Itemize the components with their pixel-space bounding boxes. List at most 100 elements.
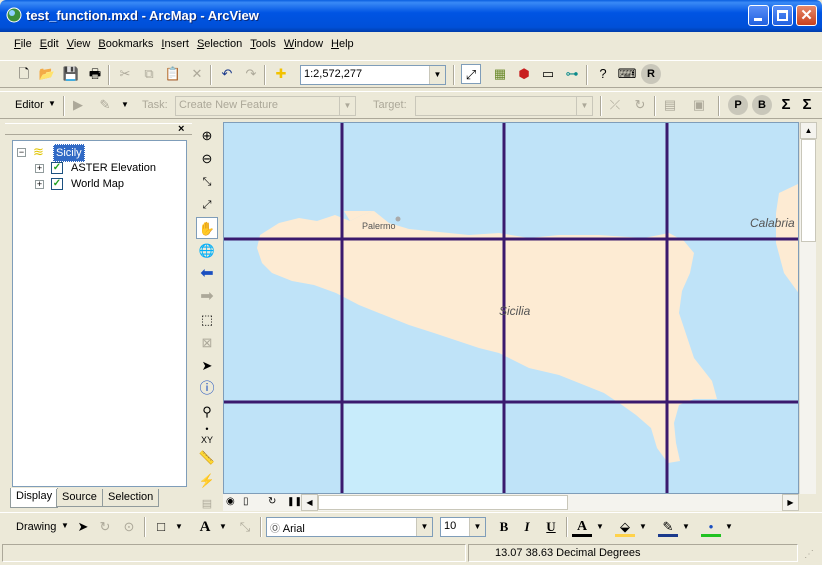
zoom-out-icon[interactable]: ⊖ <box>196 148 218 170</box>
b-button[interactable]: B <box>752 95 772 115</box>
full-extent-globe-icon[interactable]: 🌐 <box>196 240 218 262</box>
layer-visibility-checkbox[interactable]: ✓ <box>51 162 63 174</box>
new-document-icon[interactable]: 🗋 <box>14 64 34 84</box>
tab-display[interactable]: Display <box>10 488 59 508</box>
sigma-button-2[interactable]: Σ <box>798 95 816 115</box>
text-tool-icon[interactable]: A <box>195 517 215 537</box>
refresh-icon[interactable]: ↻ <box>268 496 276 507</box>
delete-icon[interactable]: ✕ <box>187 64 207 84</box>
sketch-dropdown-icon[interactable]: ▼ <box>121 100 129 109</box>
map-canvas[interactable]: Palermo Sicilia Calabria <box>224 123 799 494</box>
p-button[interactable]: P <box>728 95 748 115</box>
tab-source[interactable]: Source <box>56 489 103 507</box>
select-features-icon[interactable]: ⬚ <box>196 309 218 331</box>
expand-icon[interactable]: + <box>35 164 44 173</box>
map-view[interactable]: Palermo Sicilia Calabria <box>223 122 799 494</box>
forward-arrow-icon[interactable]: ➡ <box>196 286 218 308</box>
bold-button[interactable]: B <box>494 517 514 537</box>
dataframe-row[interactable]: − ≋ Sicily <box>17 144 177 162</box>
menu-window[interactable]: Window <box>280 35 327 50</box>
select-elements-icon[interactable]: ➤ <box>196 355 218 377</box>
split-tool-icon[interactable]: ⤫ <box>605 95 625 115</box>
italic-button[interactable]: I <box>517 517 537 537</box>
menu-file[interactable]: File <box>10 35 36 50</box>
rectangle-icon[interactable]: □ <box>151 517 171 537</box>
editor-menu[interactable]: Editor <box>15 99 44 111</box>
editor-toolbar-icon[interactable]: ⤢ <box>461 64 481 84</box>
print-icon[interactable]: 🖶 <box>85 64 105 84</box>
layer-visibility-checkbox[interactable]: ✓ <box>51 178 63 190</box>
text-dropdown-icon[interactable]: ▼ <box>219 522 227 531</box>
menu-view[interactable]: View <box>63 35 95 50</box>
scroll-left-icon[interactable]: ◀ <box>301 494 318 511</box>
back-arrow-icon[interactable]: ⬅ <box>196 263 218 285</box>
pause-icon[interactable]: ❚❚ <box>287 496 302 507</box>
edit-tool-icon[interactable]: ▶ <box>68 95 88 115</box>
clear-selection-icon[interactable]: ⊠ <box>196 332 218 354</box>
rectangle-dropdown-icon[interactable]: ▼ <box>175 522 183 531</box>
scroll-right-icon[interactable]: ▶ <box>782 494 799 511</box>
layout-view-icon[interactable]: ▯ <box>243 496 249 507</box>
menu-help[interactable]: Help <box>327 35 358 50</box>
whats-this-icon[interactable]: ? <box>593 64 613 84</box>
python-icon[interactable]: ⌨ <box>617 64 637 84</box>
go-to-xy-icon[interactable]: • XY <box>196 424 218 446</box>
underline-button[interactable]: U <box>541 517 561 537</box>
chevron-down-icon[interactable]: ▼ <box>339 97 355 115</box>
arccatalog-icon[interactable]: ▦ <box>490 64 510 84</box>
add-data-icon[interactable]: ✚ <box>271 64 291 84</box>
undo-icon[interactable]: ↶ <box>217 64 237 84</box>
maximize-button[interactable] <box>772 5 793 26</box>
minimize-button[interactable] <box>748 5 769 26</box>
drawing-dropdown-icon[interactable]: ▼ <box>61 521 69 530</box>
find-binoculars-icon[interactable]: ⚲ <box>196 401 218 423</box>
marker-color-icon[interactable]: • <box>701 517 721 537</box>
paste-icon[interactable]: 📋 <box>163 64 183 84</box>
copy-icon[interactable]: ⧉ <box>139 64 159 84</box>
chevron-down-icon[interactable]: ▼ <box>416 518 432 536</box>
font-color-button[interactable]: A <box>572 517 592 537</box>
layer-row[interactable]: + ✓ World Map <box>35 176 185 192</box>
map-scale-combo[interactable]: 1:2,572,277 ▼ <box>300 65 446 85</box>
close-button[interactable]: ✕ <box>796 5 817 26</box>
zoom-in-icon[interactable]: ⊕ <box>196 125 218 147</box>
pan-hand-icon[interactable]: ✋ <box>196 217 218 239</box>
fixed-zoom-out-icon[interactable]: ⤢ <box>196 194 218 216</box>
sketch-tool-icon[interactable]: ✎ <box>95 95 115 115</box>
rotate-icon[interactable]: ↻ <box>95 517 115 537</box>
rotate-tool-icon[interactable]: ↻ <box>630 95 650 115</box>
font-combo[interactable]: Ⓞ Arial ▼ <box>266 517 433 537</box>
menu-tools[interactable]: Tools <box>246 35 280 50</box>
save-icon[interactable]: 💾 <box>61 64 81 84</box>
chevron-down-icon[interactable]: ▼ <box>576 97 592 115</box>
line-color-dropdown-icon[interactable]: ▼ <box>682 522 690 531</box>
zoom-to-selected-icon[interactable]: ⊙ <box>119 517 139 537</box>
menu-selection[interactable]: Selection <box>193 35 246 50</box>
resize-grip-icon[interactable]: ⋰ <box>804 549 814 560</box>
chevron-down-icon[interactable]: ▼ <box>469 518 485 536</box>
scroll-thumb[interactable] <box>801 139 816 242</box>
layer-row[interactable]: + ✓ ASTER Elevation <box>35 160 185 176</box>
font-size-combo[interactable]: 10 ▼ <box>440 517 486 537</box>
select-elements-icon[interactable]: ➤ <box>73 517 93 537</box>
scroll-thumb[interactable] <box>318 495 568 510</box>
redo-icon[interactable]: ↷ <box>241 64 261 84</box>
identify-icon[interactable]: ⓘ <box>196 378 218 400</box>
menu-bookmarks[interactable]: Bookmarks <box>94 35 157 50</box>
collapse-icon[interactable]: − <box>17 148 26 157</box>
edit-vertices-icon[interactable]: ⤡ <box>235 517 255 537</box>
task-combo[interactable]: Create New Feature ▼ <box>175 96 356 116</box>
attributes-icon[interactable]: ▤ <box>660 95 680 115</box>
editor-dropdown-icon[interactable]: ▼ <box>48 99 56 108</box>
chevron-down-icon[interactable]: ▼ <box>429 66 445 84</box>
arctoolbox-icon[interactable]: ⬢ <box>514 64 534 84</box>
fill-color-dropdown-icon[interactable]: ▼ <box>639 522 647 531</box>
marker-color-dropdown-icon[interactable]: ▼ <box>725 522 733 531</box>
target-combo[interactable]: ▼ <box>415 96 593 116</box>
sigma-button[interactable]: Σ <box>776 95 796 115</box>
drawing-menu[interactable]: Drawing <box>16 521 56 533</box>
vertical-scrollbar[interactable]: ▲ <box>799 122 817 494</box>
font-color-dropdown-icon[interactable]: ▼ <box>596 522 604 531</box>
line-color-icon[interactable]: ✎ <box>658 517 678 537</box>
open-folder-icon[interactable]: 📂 <box>37 64 57 84</box>
